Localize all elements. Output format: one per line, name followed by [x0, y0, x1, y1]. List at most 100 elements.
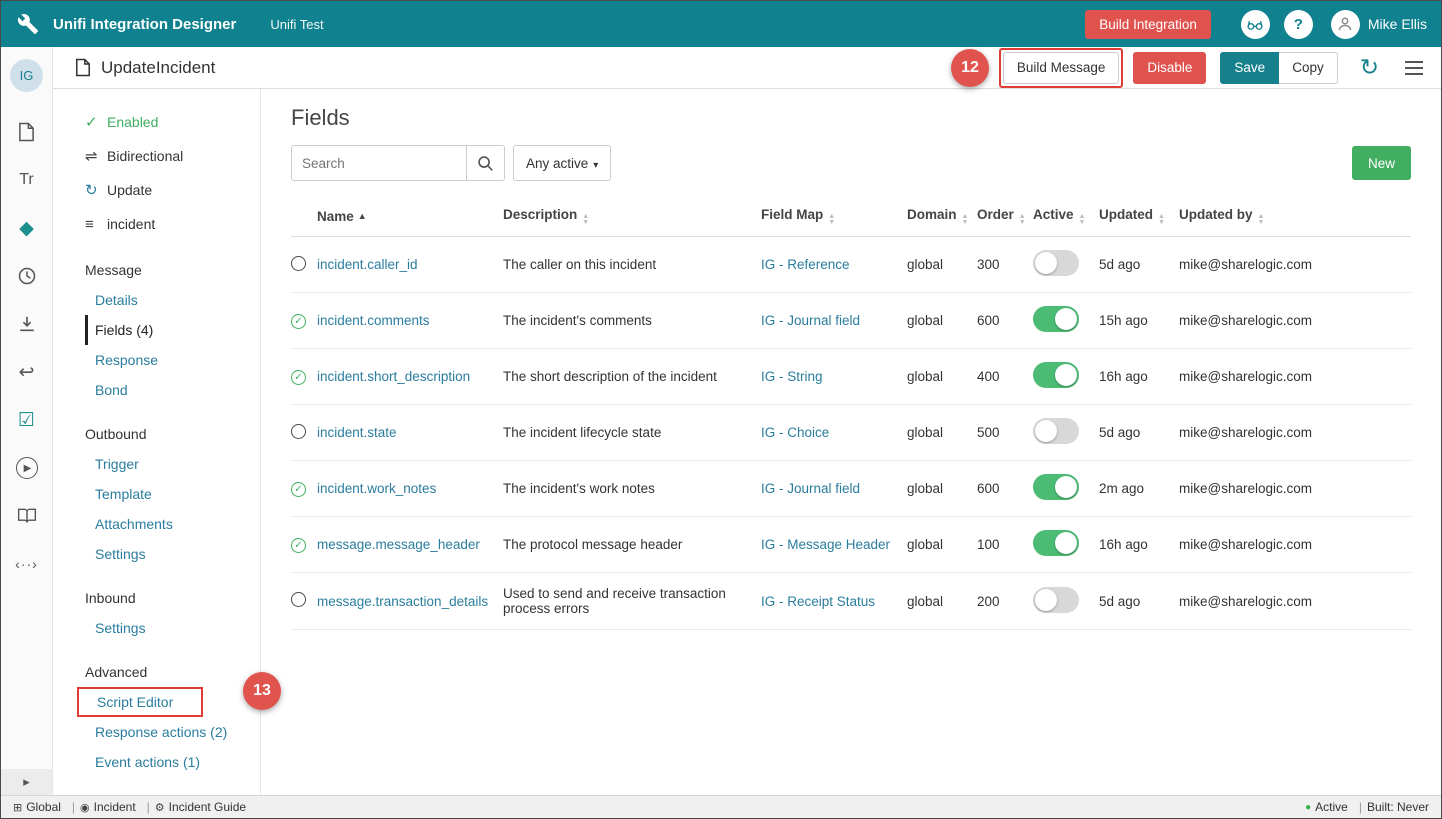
- sidebar-item-response[interactable]: Response: [85, 345, 260, 375]
- sidebar-item-label: Enabled: [107, 114, 158, 130]
- active-toggle[interactable]: [1033, 362, 1079, 388]
- sidebar-item-attachments[interactable]: Attachments: [85, 509, 260, 539]
- hamburger-menu-icon[interactable]: [1403, 59, 1425, 77]
- field-map-link[interactable]: IG - Reference: [761, 257, 850, 272]
- search-button[interactable]: [467, 145, 505, 181]
- sidebar-expand-arrow-icon[interactable]: ▸: [1, 769, 52, 795]
- book-icon[interactable]: [1, 492, 52, 540]
- user-name: Mike Ellis: [1368, 16, 1427, 32]
- field-map-link[interactable]: IG - Choice: [761, 425, 829, 440]
- column-header-description[interactable]: Description▲▼: [503, 197, 761, 237]
- integration-name[interactable]: Unifi Test: [270, 17, 323, 32]
- save-button[interactable]: Save: [1220, 52, 1279, 84]
- sidebar-item-response-actions[interactable]: Response actions (2): [85, 717, 260, 747]
- download-icon[interactable]: [1, 300, 52, 348]
- search-input[interactable]: [291, 145, 467, 181]
- field-map-link[interactable]: IG - String: [761, 369, 823, 384]
- active-toggle[interactable]: [1033, 418, 1079, 444]
- field-name-link[interactable]: incident.state: [317, 425, 397, 440]
- sidebar-item-incident[interactable]: ≡ incident: [85, 207, 260, 241]
- field-updated-by: mike@sharelogic.com: [1179, 293, 1411, 349]
- sidebar-item-template[interactable]: Template: [85, 479, 260, 509]
- statusbar-incident-guide[interactable]: ⚙ Incident Guide: [155, 800, 246, 814]
- build-message-button[interactable]: Build Message: [1003, 52, 1120, 84]
- built-status: Built: Never: [1367, 800, 1429, 814]
- active-toggle[interactable]: [1033, 530, 1079, 556]
- history-icon[interactable]: [1, 252, 52, 300]
- field-updated: 5d ago: [1099, 405, 1179, 461]
- sidebar-item-fields[interactable]: Fields (4): [85, 315, 260, 345]
- tasks-checklist-icon[interactable]: ☑: [1, 396, 52, 444]
- field-name-link[interactable]: message.message_header: [317, 537, 480, 552]
- new-button[interactable]: New: [1352, 146, 1411, 180]
- field-updated: 5d ago: [1099, 573, 1179, 630]
- field-map-link[interactable]: IG - Message Header: [761, 537, 890, 552]
- sidebar-item-script-editor[interactable]: Script Editor: [87, 689, 173, 715]
- reply-icon[interactable]: ↩: [1, 348, 52, 396]
- active-toggle[interactable]: [1033, 474, 1079, 500]
- column-header-updated[interactable]: Updated▲▼: [1099, 197, 1179, 237]
- sidebar-item-event-actions[interactable]: Event actions (1): [85, 747, 260, 777]
- active-toggle[interactable]: [1033, 306, 1079, 332]
- preview-glasses-button[interactable]: [1241, 10, 1270, 39]
- annotation-box-build-message: Build Message: [999, 48, 1124, 88]
- field-name-link[interactable]: incident.comments: [317, 313, 430, 328]
- diamond-icon[interactable]: ◆: [1, 204, 52, 252]
- field-updated-by: mike@sharelogic.com: [1179, 573, 1411, 630]
- sidebar-item-trigger[interactable]: Trigger: [85, 449, 260, 479]
- record-title: UpdateIncident: [101, 58, 215, 78]
- document-rail-icon[interactable]: [1, 108, 52, 156]
- annotation-box-script-editor: Script Editor: [77, 687, 203, 717]
- sort-icon: ▲▼: [962, 214, 969, 226]
- status-active-label: Active: [1315, 800, 1348, 814]
- grid-icon: ⊞: [13, 801, 22, 814]
- disable-button[interactable]: Disable: [1133, 52, 1206, 84]
- help-button[interactable]: ?: [1284, 10, 1313, 39]
- column-header-active[interactable]: Active▲▼: [1033, 197, 1099, 237]
- sidebar-item-bidirectional[interactable]: ⇌ Bidirectional: [85, 139, 260, 173]
- sidebar-item-update[interactable]: ↻ Update: [85, 173, 260, 207]
- statusbar-incident[interactable]: ◉ Incident: [80, 800, 136, 814]
- column-header-order[interactable]: Order▲▼: [977, 197, 1033, 237]
- field-map-link[interactable]: IG - Journal field: [761, 481, 860, 496]
- field-domain: global: [907, 237, 977, 293]
- play-icon[interactable]: ▶: [1, 444, 52, 492]
- wrench-icon: [15, 11, 41, 37]
- active-toggle[interactable]: [1033, 587, 1079, 613]
- user-menu[interactable]: Mike Ellis: [1331, 10, 1427, 39]
- field-updated-by: mike@sharelogic.com: [1179, 349, 1411, 405]
- field-order: 400: [977, 349, 1033, 405]
- sidebar-item-enabled[interactable]: ✓ Enabled: [85, 105, 260, 139]
- field-name-link[interactable]: message.transaction_details: [317, 594, 488, 609]
- statusbar-global[interactable]: ⊞ Global: [13, 800, 61, 814]
- field-name-link[interactable]: incident.caller_id: [317, 257, 418, 272]
- active-filter-dropdown[interactable]: Any active▾: [513, 145, 611, 181]
- field-map-link[interactable]: IG - Journal field: [761, 313, 860, 328]
- sidebar-item-bond[interactable]: Bond: [85, 375, 260, 405]
- column-header-name[interactable]: Name▲: [317, 197, 503, 237]
- column-header-field-map[interactable]: Field Map▲▼: [761, 197, 907, 237]
- integration-avatar[interactable]: IG: [10, 59, 43, 92]
- sidebar-item-inbound-settings[interactable]: Settings: [85, 613, 260, 643]
- sidebar-item-label: incident: [107, 216, 155, 232]
- sidebar-item-outbound-settings[interactable]: Settings: [85, 539, 260, 569]
- sort-icon: ▲▼: [582, 214, 589, 226]
- row-status-icon: [291, 314, 306, 329]
- copy-button[interactable]: Copy: [1279, 52, 1338, 84]
- code-icon[interactable]: ‹··›: [1, 540, 52, 588]
- sidebar-item-details[interactable]: Details: [85, 285, 260, 315]
- column-header-domain[interactable]: Domain▲▼: [907, 197, 977, 237]
- field-name-link[interactable]: incident.short_description: [317, 369, 470, 384]
- field-order: 600: [977, 293, 1033, 349]
- icon-rail: IG Tr ◆ ↩ ☑ ▶ ‹··› ▸: [1, 47, 53, 795]
- field-map-link[interactable]: IG - Receipt Status: [761, 594, 875, 609]
- active-toggle[interactable]: [1033, 250, 1079, 276]
- table-row: incident.state The incident lifecycle st…: [291, 405, 1411, 461]
- refresh-icon[interactable]: ↻: [1360, 56, 1379, 79]
- field-name-link[interactable]: incident.work_notes: [317, 481, 436, 496]
- field-domain: global: [907, 349, 977, 405]
- text-format-icon[interactable]: Tr: [1, 156, 52, 204]
- column-header-updated-by[interactable]: Updated by▲▼: [1179, 197, 1411, 237]
- table-row: message.message_header The protocol mess…: [291, 517, 1411, 573]
- build-integration-button[interactable]: Build Integration: [1085, 10, 1211, 39]
